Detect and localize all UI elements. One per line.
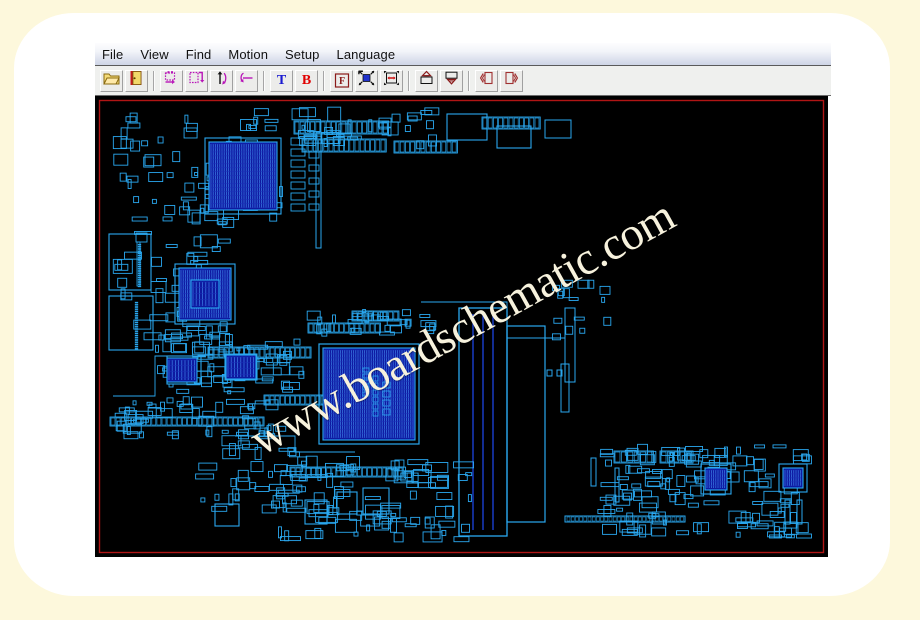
- pcb-viewer-window: File View Find Motion Setup Language T B…: [95, 43, 831, 561]
- toolbar: T B F: [95, 66, 831, 96]
- pcb-layout-drawing: [98, 99, 825, 554]
- mirror-horizontal-icon: [238, 70, 255, 91]
- menu-item-find[interactable]: Find: [186, 43, 212, 66]
- menu-item-view[interactable]: View: [140, 43, 168, 66]
- menu-bar: File View Find Motion Setup Language: [95, 43, 831, 66]
- next-part-icon: [503, 70, 520, 91]
- flip-board-icon: [188, 70, 205, 91]
- rotate-board-button[interactable]: [160, 69, 183, 92]
- pan-down-icon: [443, 70, 460, 91]
- letter-t-icon: T: [276, 72, 287, 88]
- toolbar-separator: [468, 70, 470, 91]
- mirror-vertical-button[interactable]: [210, 69, 233, 92]
- zoom-fit-button[interactable]: [355, 69, 378, 92]
- pan-up-button[interactable]: [415, 69, 438, 92]
- zoom-window-button[interactable]: [380, 69, 403, 92]
- toolbar-separator: [323, 70, 325, 91]
- zoom-window-icon: [383, 70, 400, 91]
- mirror-horizontal-button[interactable]: [235, 69, 258, 92]
- find-component-button[interactable]: F: [330, 69, 353, 92]
- menu-item-language[interactable]: Language: [337, 43, 396, 66]
- zoom-fit-icon: [358, 70, 375, 91]
- previous-part-icon: [478, 70, 495, 91]
- letter-f-boxed-icon: F: [334, 73, 350, 88]
- exit-button[interactable]: [125, 69, 148, 92]
- pan-down-button[interactable]: [440, 69, 463, 92]
- pan-up-icon: [418, 70, 435, 91]
- rotate-board-icon: [163, 70, 180, 91]
- flip-board-button[interactable]: [185, 69, 208, 92]
- exit-door-icon: [129, 70, 144, 91]
- bottom-layer-button[interactable]: B: [295, 69, 318, 92]
- menu-item-setup[interactable]: Setup: [285, 43, 319, 66]
- pcb-canvas[interactable]: www.boardschematic.com: [95, 96, 828, 557]
- open-file-button[interactable]: [100, 69, 123, 92]
- menu-item-file[interactable]: File: [102, 43, 123, 66]
- previous-part-button[interactable]: [475, 69, 498, 92]
- open-folder-icon: [103, 71, 120, 91]
- top-layer-button[interactable]: T: [270, 69, 293, 92]
- mirror-vertical-icon: [213, 70, 230, 91]
- next-part-button[interactable]: [500, 69, 523, 92]
- toolbar-separator: [153, 70, 155, 91]
- toolbar-separator: [408, 70, 410, 91]
- menu-item-motion[interactable]: Motion: [228, 43, 268, 66]
- toolbar-separator: [263, 70, 265, 91]
- svg-text:F: F: [338, 76, 344, 87]
- letter-b-icon: B: [301, 72, 312, 88]
